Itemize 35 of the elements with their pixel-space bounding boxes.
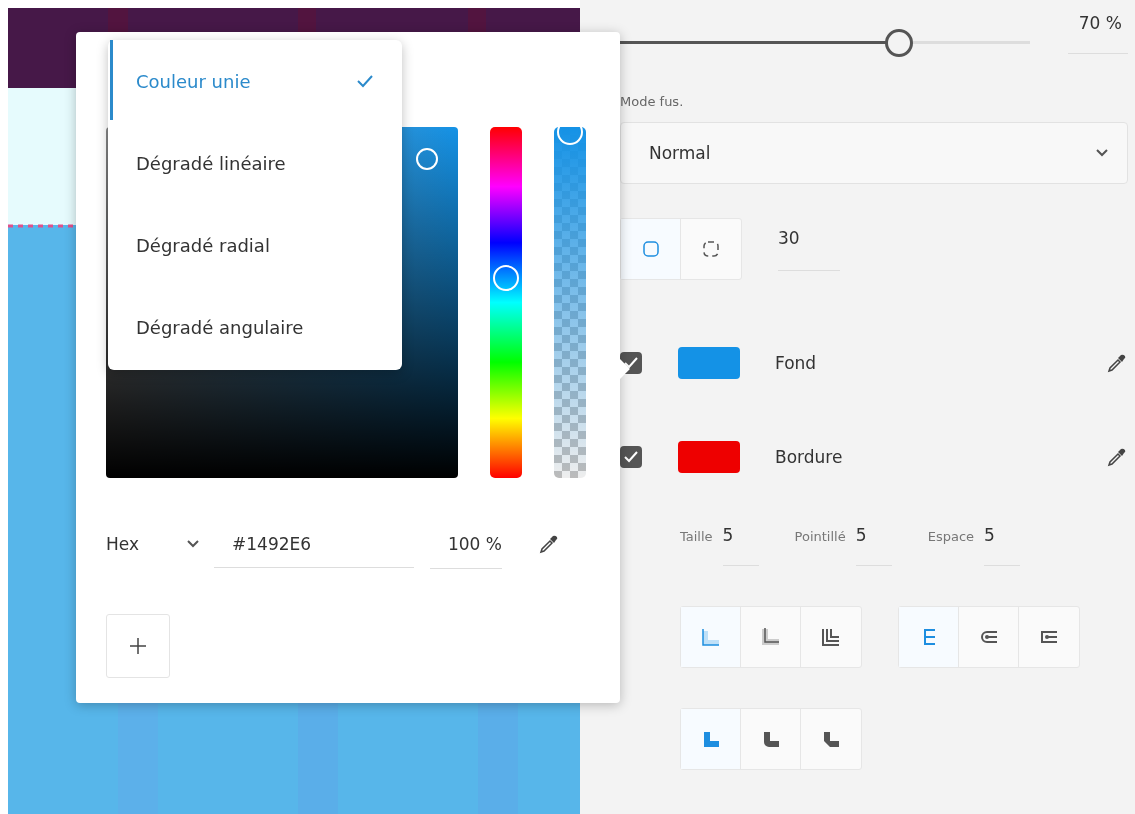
hue-slider[interactable] [490, 127, 522, 478]
checkbox[interactable] [620, 446, 642, 468]
plus-icon [129, 637, 147, 655]
eyedropper-icon[interactable] [1106, 352, 1128, 374]
number-field[interactable]: 5 [984, 525, 1021, 566]
menu-item[interactable]: Dégradé radial [108, 204, 402, 286]
stroke-option-button[interactable] [899, 607, 959, 667]
format-dropdown[interactable]: Hex [106, 533, 214, 555]
menu-item[interactable]: Couleur unie [108, 40, 402, 122]
eyedropper-icon[interactable] [538, 533, 560, 555]
menu-item[interactable]: Dégradé angulaire [108, 286, 402, 368]
field-label: Espace [927, 529, 975, 544]
opacity-field[interactable]: 70 % [1068, 12, 1128, 54]
opacity-field[interactable]: 100 % [430, 519, 502, 569]
stroke-option-button[interactable] [681, 709, 741, 769]
field-label: Pointillé [794, 529, 846, 544]
field-label: Taille [680, 529, 713, 544]
number-field[interactable]: 5 [722, 525, 759, 566]
blend-mode-label: Mode fus. [620, 94, 684, 109]
check-icon [356, 74, 374, 88]
chevron-icon [1095, 148, 1109, 158]
eyedropper-icon[interactable] [1106, 446, 1128, 468]
color-swatch[interactable] [678, 441, 740, 473]
radius-field[interactable]: 30 [778, 227, 840, 271]
check-icon [624, 451, 638, 463]
check-icon [624, 357, 638, 369]
number-field[interactable]: 5 [855, 525, 892, 566]
blend-mode-dropdown[interactable]: Normal [620, 122, 1128, 184]
color-swatch[interactable] [678, 347, 740, 379]
chevron-icon [186, 539, 200, 549]
opacity-slider[interactable] [620, 27, 1030, 57]
fill-label: Bordure [775, 447, 844, 467]
fill-label: Fond [775, 353, 818, 373]
menu-item[interactable]: Dégradé linéaire [108, 122, 402, 204]
hex-field[interactable]: #1492E6 [214, 520, 414, 568]
